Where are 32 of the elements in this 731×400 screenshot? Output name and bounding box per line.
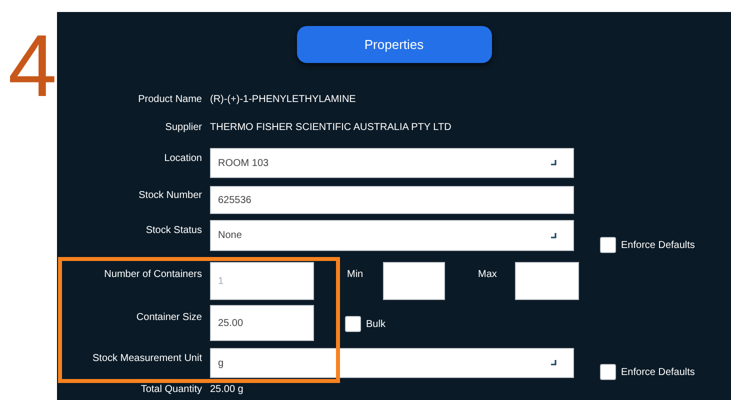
- checkbox-label: Enforce Defaults: [621, 366, 695, 380]
- resize-corner-icon: [551, 232, 557, 238]
- resize-corner-icon: [551, 160, 557, 166]
- step-number: 4: [8, 16, 57, 115]
- field-label: Stock Status: [144, 224, 203, 238]
- dropdown-field[interactable]: g: [210, 348, 574, 378]
- checkbox[interactable]: [345, 316, 361, 332]
- checkbox-label: Bulk: [366, 318, 386, 332]
- field-label: Total Quantity: [140, 383, 203, 397]
- field-label: Min: [347, 268, 364, 282]
- input-field[interactable]: 625536: [210, 186, 574, 214]
- field-label: Container Size: [135, 311, 203, 325]
- field-label: Max: [478, 268, 498, 282]
- field-label: Stock Measurement Unit: [92, 352, 203, 366]
- dropdown-field[interactable]: None: [210, 220, 574, 251]
- input-field[interactable]: [515, 262, 579, 300]
- dropdown-field[interactable]: ROOM 103: [210, 148, 574, 178]
- properties-button[interactable]: Properties: [296, 26, 492, 63]
- field-value: THERMO FISHER SCIENTIFIC AUSTRALIA PTY LTD: [210, 121, 452, 135]
- checkbox[interactable]: [600, 364, 616, 380]
- field-label: Supplier: [164, 121, 203, 135]
- input-field[interactable]: [383, 262, 445, 300]
- field-label: Number of Containers: [103, 268, 203, 282]
- input-field[interactable]: 25.00: [210, 305, 314, 341]
- checkbox-label: Enforce Defaults: [621, 238, 695, 252]
- checkbox[interactable]: [600, 237, 616, 253]
- field-value: 25.00 g: [210, 383, 244, 397]
- field-value: (R)-(+)-1-PHENYLETHYLAMINE: [210, 93, 356, 107]
- resize-corner-icon: [551, 360, 557, 366]
- field-label: Location: [163, 152, 203, 166]
- field-label: Product Name: [137, 93, 203, 107]
- field-label: Stock Number: [138, 189, 203, 203]
